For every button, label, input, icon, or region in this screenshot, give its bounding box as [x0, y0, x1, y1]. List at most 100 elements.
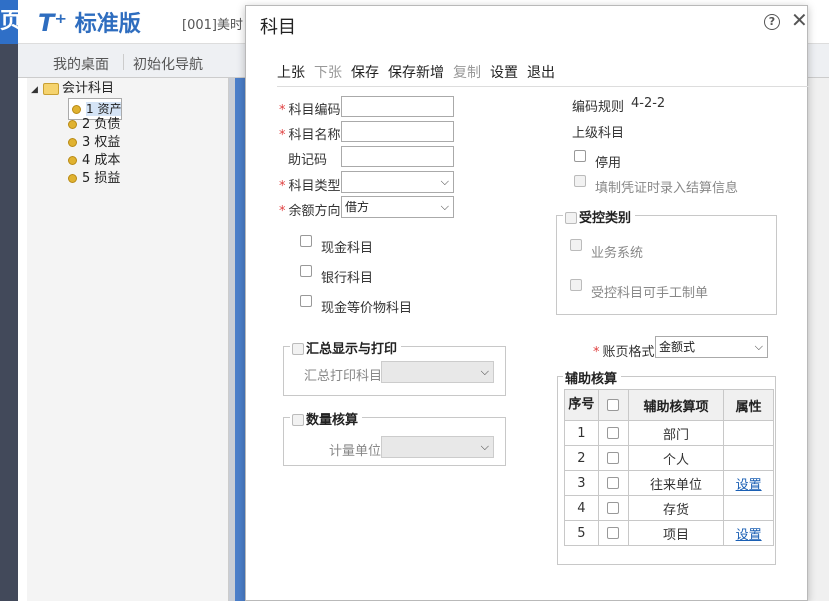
- tree-item-label: 1 资产: [86, 102, 122, 116]
- row-checkbox[interactable]: [607, 427, 620, 439]
- manual-voucher-label: 受控科目可手工制单: [591, 286, 709, 301]
- seq-cell: 3: [564, 470, 599, 496]
- home-tab-fragment[interactable]: 页: [0, 0, 18, 44]
- help-icon[interactable]: ?: [764, 14, 780, 30]
- save-button[interactable]: 保存: [351, 62, 379, 82]
- row-checkbox-cell: [597, 470, 629, 496]
- aux-table-header: 序号 辅助核算项 属性: [564, 389, 774, 421]
- collapse-arrow-icon[interactable]: ◢: [31, 81, 43, 99]
- item-cell: 部门: [627, 420, 725, 446]
- table-row[interactable]: 4 存货: [564, 495, 774, 521]
- row-checkbox-cell: [597, 420, 629, 446]
- left-sidebar-strip: [0, 44, 18, 601]
- cash-account-checkbox[interactable]: [300, 235, 312, 247]
- settings-link[interactable]: 设置: [736, 528, 762, 543]
- tree-item-pl[interactable]: 5 损益: [68, 170, 120, 188]
- summary-checkbox[interactable]: [292, 343, 304, 355]
- tree-item-label: 3 权益: [82, 135, 121, 150]
- attr-cell: 设置: [723, 470, 774, 496]
- tree-item-cost[interactable]: 4 成本: [68, 152, 120, 170]
- controlled-group-title: 受控类别: [563, 207, 636, 226]
- tab-init-guide[interactable]: 初始化导航: [133, 54, 203, 74]
- row-checkbox[interactable]: [607, 527, 620, 539]
- exit-button[interactable]: 退出: [527, 62, 555, 82]
- balance-direction-select[interactable]: 借方 ⌵: [341, 196, 454, 218]
- manual-voucher-checkbox[interactable]: [570, 279, 582, 291]
- mnemonic-label: 助记码: [288, 153, 328, 168]
- logo-mark: T⁺: [38, 9, 68, 37]
- chevron-down-icon: ⌵: [440, 175, 449, 188]
- save-new-button[interactable]: 保存新增: [388, 62, 444, 82]
- summary-print-label: 汇总打印科目: [304, 369, 383, 384]
- prev-button[interactable]: 上张: [277, 62, 305, 82]
- content-right-edge: [808, 78, 829, 601]
- row-checkbox-cell: [597, 445, 629, 471]
- tree-item-label: 4 成本: [82, 153, 121, 168]
- row-checkbox[interactable]: [607, 477, 620, 489]
- node-icon: [68, 174, 77, 183]
- direction-label: * 余额方向: [279, 204, 341, 219]
- close-icon[interactable]: ✕: [791, 9, 808, 31]
- unit-label: 计量单位: [329, 444, 382, 459]
- seq-cell: 5: [564, 520, 599, 546]
- dialog-toolbar: 上张 下张 保存 保存新增 复制 设置 退出: [277, 62, 564, 82]
- table-row[interactable]: 2 个人: [564, 445, 774, 471]
- settings-button[interactable]: 设置: [490, 62, 518, 82]
- table-row[interactable]: 5 项目 设置: [564, 520, 774, 546]
- disable-checkbox[interactable]: [574, 150, 586, 162]
- content-edge: [235, 78, 245, 601]
- tree-item-equity[interactable]: 3 权益: [68, 134, 120, 152]
- item-cell: 存货: [627, 495, 725, 521]
- settlement-label: 填制凭证时录入结算信息: [595, 181, 739, 196]
- node-icon: [68, 138, 77, 147]
- row-checkbox[interactable]: [607, 502, 620, 514]
- tree-item-liabilities[interactable]: 2 负债: [68, 116, 120, 134]
- table-row[interactable]: 1 部门: [564, 420, 774, 446]
- bank-account-checkbox[interactable]: [300, 265, 312, 277]
- account-type-select[interactable]: ⌵: [341, 171, 454, 193]
- tab-my-desktop[interactable]: 我的桌面: [53, 54, 109, 74]
- summary-group-title: 汇总显示与打印: [290, 338, 402, 357]
- cash-equivalent-label: 现金等价物科目: [321, 301, 413, 316]
- parent-account-label: 上级科目: [572, 126, 625, 141]
- settings-link[interactable]: 设置: [736, 478, 762, 493]
- tree-item-label: 2 负债: [82, 117, 121, 132]
- folder-icon: [43, 82, 59, 95]
- account-tree: ◢ 会计科目 1 资产 2 负债 3 权益 4 成本 5 损益: [27, 78, 229, 601]
- select-all-checkbox[interactable]: [607, 399, 620, 411]
- account-code-input[interactable]: [341, 96, 454, 117]
- aux-table: 序号 辅助核算项 属性 1 部门 2 个人 3 往来单位 设置 4 存货 5 项…: [564, 389, 774, 546]
- chevron-down-icon: ⌵: [754, 340, 763, 353]
- copy-button[interactable]: 复制: [453, 62, 481, 82]
- item-header: 辅助核算项: [627, 389, 725, 421]
- row-checkbox-cell: [597, 520, 629, 546]
- quantity-checkbox[interactable]: [292, 414, 304, 426]
- account-name-input[interactable]: [341, 121, 454, 142]
- business-system-checkbox[interactable]: [570, 239, 582, 251]
- tree-root[interactable]: ◢ 会计科目: [31, 80, 114, 98]
- ledger-format-select[interactable]: 金额式 ⌵: [655, 336, 768, 358]
- seq-header: 序号: [564, 389, 599, 421]
- attr-cell: [723, 420, 774, 446]
- seq-cell: 2: [564, 445, 599, 471]
- node-icon: [68, 120, 77, 129]
- row-checkbox[interactable]: [607, 452, 620, 464]
- attr-cell: [723, 495, 774, 521]
- app-logo: T⁺ 标准版: [38, 6, 141, 38]
- next-button[interactable]: 下张: [314, 62, 342, 82]
- node-icon: [72, 105, 81, 114]
- logo-text: 标准版: [74, 12, 141, 37]
- mnemonic-input[interactable]: [341, 146, 454, 167]
- settlement-checkbox[interactable]: [574, 175, 586, 187]
- unit-select[interactable]: ⌵: [381, 436, 494, 458]
- table-row[interactable]: 3 往来单位 设置: [564, 470, 774, 496]
- chevron-down-icon: ⌵: [440, 200, 449, 213]
- attr-cell: 设置: [723, 520, 774, 546]
- row-checkbox-cell: [597, 495, 629, 521]
- aux-group-title: 辅助核算: [563, 368, 622, 387]
- ledger-format-label: * 账页格式: [593, 345, 655, 360]
- controlled-checkbox[interactable]: [565, 212, 577, 224]
- dialog-title: 科目: [260, 17, 296, 38]
- cash-equivalent-checkbox[interactable]: [300, 295, 312, 307]
- summary-print-select[interactable]: ⌵: [381, 361, 494, 383]
